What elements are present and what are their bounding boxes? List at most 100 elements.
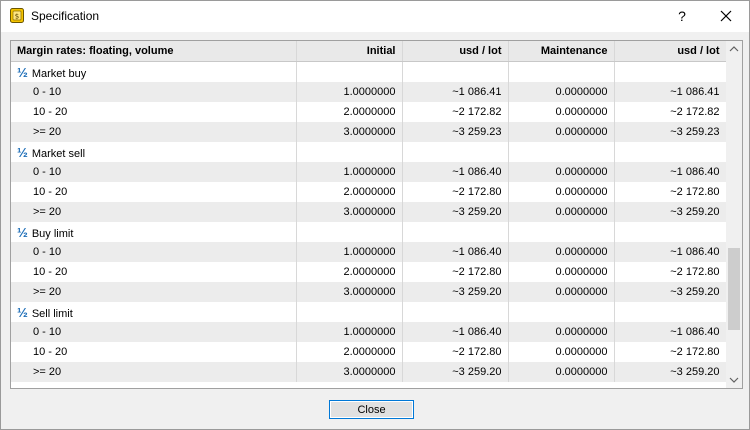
- table-row[interactable]: >= 20 3.0000000 ~3 259.20 0.0000000 ~3 2…: [11, 362, 727, 382]
- value-cell: ~3 259.23: [402, 122, 509, 142]
- value-cell: ~2 172.80: [402, 342, 509, 362]
- value-cell: ~1 086.40: [614, 322, 727, 342]
- value-cell: ~3 259.20: [614, 362, 727, 382]
- table-row[interactable]: 0 - 10 1.0000000 ~1 086.40 0.0000000 ~1 …: [11, 242, 727, 262]
- range-cell: >= 20: [11, 202, 297, 222]
- table-row[interactable]: 10 - 20 2.0000000 ~2 172.80 0.0000000 ~2…: [11, 342, 727, 362]
- value-cell: 0.0000000: [508, 242, 615, 262]
- value-cell: 0.0000000: [508, 182, 615, 202]
- half-fraction-icon: ½: [17, 304, 28, 320]
- specification-dialog: $ Specification ? Margin rates: floating…: [0, 0, 750, 430]
- column-header[interactable]: usd / lot: [614, 41, 727, 62]
- table-row[interactable]: >= 20 3.0000000 ~3 259.20 0.0000000 ~3 2…: [11, 202, 727, 222]
- table-row[interactable]: 0 - 10 1.0000000 ~1 086.41 0.0000000 ~1 …: [11, 82, 727, 102]
- range-cell: >= 20: [11, 362, 297, 382]
- window-title: Specification: [31, 9, 100, 23]
- value-cell: 1.0000000: [296, 242, 403, 262]
- specification-app-icon: $: [10, 8, 24, 23]
- value-cell: ~2 172.80: [614, 342, 727, 362]
- value-cell: ~2 172.80: [402, 262, 509, 282]
- group-label: Market sell: [31, 147, 86, 160]
- value-cell: 2.0000000: [296, 102, 403, 122]
- value-cell: 2.0000000: [296, 342, 403, 362]
- value-cell: ~1 086.40: [402, 162, 509, 182]
- table-row[interactable]: >= 20 3.0000000 ~3 259.20 0.0000000 ~3 2…: [11, 282, 727, 302]
- range-cell: 10 - 20: [11, 102, 297, 122]
- value-cell: 3.0000000: [296, 202, 403, 222]
- value-cell: 3.0000000: [296, 362, 403, 382]
- group-row[interactable]: ½ Buy limit: [11, 222, 727, 242]
- range-cell: >= 20: [11, 282, 297, 302]
- value-cell: 3.0000000: [296, 122, 403, 142]
- column-header[interactable]: usd / lot: [402, 41, 509, 62]
- close-icon: [720, 10, 732, 22]
- table-row[interactable]: 10 - 20 2.0000000 ~2 172.80 0.0000000 ~2…: [11, 182, 727, 202]
- margin-rates-table: Margin rates: floating, volume Initial u…: [10, 40, 743, 389]
- group-row[interactable]: ½ Sell limit: [11, 302, 727, 322]
- value-cell: 3.0000000: [296, 282, 403, 302]
- column-header[interactable]: Maintenance: [508, 41, 615, 62]
- range-cell: 0 - 10: [11, 82, 297, 102]
- range-cell: 0 - 10: [11, 322, 297, 342]
- value-cell: 0.0000000: [508, 262, 615, 282]
- table-row[interactable]: >= 20 3.0000000 ~3 259.23 0.0000000 ~3 2…: [11, 122, 727, 142]
- value-cell: ~2 172.80: [614, 182, 727, 202]
- range-cell: 0 - 10: [11, 242, 297, 262]
- value-cell: 0.0000000: [508, 282, 615, 302]
- scroll-down-button[interactable]: [726, 371, 742, 388]
- value-cell: 1.0000000: [296, 322, 403, 342]
- value-cell: ~3 259.20: [614, 202, 727, 222]
- table-row[interactable]: 0 - 10 1.0000000 ~1 086.40 0.0000000 ~1 …: [11, 322, 727, 342]
- column-header[interactable]: Initial: [296, 41, 403, 62]
- table-row[interactable]: 10 - 20 2.0000000 ~2 172.82 0.0000000 ~2…: [11, 102, 727, 122]
- range-cell: 10 - 20: [11, 182, 297, 202]
- vertical-scrollbar[interactable]: [726, 41, 742, 388]
- value-cell: ~3 259.20: [402, 362, 509, 382]
- scrollbar-thumb[interactable]: [728, 248, 740, 330]
- value-cell: ~3 259.20: [402, 282, 509, 302]
- value-cell: 0.0000000: [508, 162, 615, 182]
- value-cell: ~2 172.80: [614, 262, 727, 282]
- range-cell: 0 - 10: [11, 162, 297, 182]
- range-cell: 10 - 20: [11, 342, 297, 362]
- close-window-button[interactable]: [703, 1, 749, 32]
- close-button[interactable]: Close: [329, 400, 414, 419]
- column-header[interactable]: Margin rates: floating, volume: [11, 41, 297, 62]
- value-cell: ~1 086.41: [402, 82, 509, 102]
- group-row[interactable]: ½ Market sell: [11, 142, 727, 162]
- value-cell: ~2 172.82: [614, 102, 727, 122]
- range-cell: >= 20: [11, 122, 297, 142]
- value-cell: ~2 172.82: [402, 102, 509, 122]
- table-header: Margin rates: floating, volume Initial u…: [11, 41, 727, 62]
- value-cell: ~1 086.40: [402, 322, 509, 342]
- table-row[interactable]: 0 - 10 1.0000000 ~1 086.40 0.0000000 ~1 …: [11, 162, 727, 182]
- scroll-up-button[interactable]: [726, 41, 742, 58]
- value-cell: 1.0000000: [296, 82, 403, 102]
- svg-text:$: $: [15, 13, 19, 21]
- group-row[interactable]: ½ Market buy: [11, 61, 727, 82]
- value-cell: ~2 172.80: [402, 182, 509, 202]
- value-cell: 0.0000000: [508, 202, 615, 222]
- range-cell: 10 - 20: [11, 262, 297, 282]
- value-cell: ~3 259.23: [614, 122, 727, 142]
- half-fraction-icon: ½: [17, 64, 28, 80]
- value-cell: ~1 086.40: [614, 242, 727, 262]
- value-cell: 1.0000000: [296, 162, 403, 182]
- value-cell: ~1 086.41: [614, 82, 727, 102]
- group-label: Sell limit: [31, 307, 73, 320]
- chevron-down-icon: [729, 377, 739, 383]
- value-cell: 0.0000000: [508, 362, 615, 382]
- value-cell: ~1 086.40: [614, 162, 727, 182]
- value-cell: ~3 259.20: [402, 202, 509, 222]
- value-cell: 0.0000000: [508, 322, 615, 342]
- title-bar: $ Specification ?: [1, 1, 749, 32]
- table-row[interactable]: 10 - 20 2.0000000 ~2 172.80 0.0000000 ~2…: [11, 262, 727, 282]
- half-fraction-icon: ½: [17, 144, 28, 160]
- help-button[interactable]: ?: [661, 1, 703, 32]
- group-label: Market buy: [31, 67, 87, 80]
- value-cell: 2.0000000: [296, 182, 403, 202]
- value-cell: 2.0000000: [296, 262, 403, 282]
- value-cell: ~3 259.20: [614, 282, 727, 302]
- value-cell: 0.0000000: [508, 82, 615, 102]
- group-label: Buy limit: [31, 227, 74, 240]
